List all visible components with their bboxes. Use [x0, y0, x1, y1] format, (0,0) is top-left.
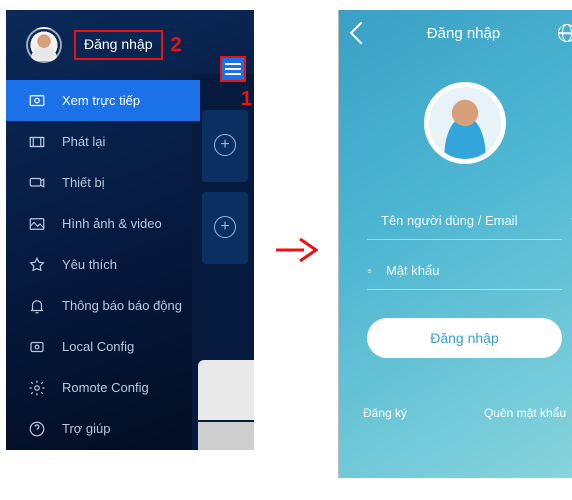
sidebar-item-4[interactable]: Yêu thích [6, 244, 200, 285]
remote-config-icon [28, 379, 46, 397]
sidebar-item-0[interactable]: Xem trực tiếp [6, 80, 200, 121]
screenshot-left: + + Đăng nhập 2 1 Xem trực tiếp Phát lại T… [6, 10, 254, 450]
lock-icon [367, 264, 372, 278]
forgot-password-link[interactable]: Quên mật khẩu [484, 406, 566, 420]
sidebar-item-label: Thông báo báo động [62, 298, 182, 313]
sidebar-item-1[interactable]: Phát lại [6, 121, 200, 162]
playback-icon [28, 133, 46, 151]
sidebar-item-label: Phát lại [62, 134, 105, 149]
avatar[interactable] [26, 27, 62, 63]
sidebar-item-8[interactable]: Trợ giúp [6, 408, 200, 449]
flow-arrow [274, 235, 318, 265]
add-tile-icon[interactable]: + [214, 134, 236, 156]
sidebar-item-label: Thiết bị [62, 175, 105, 190]
add-tile-icon[interactable]: + [214, 216, 236, 238]
sidebar-item-label: Hình ảnh & video [62, 216, 162, 231]
globe-icon[interactable] [558, 24, 572, 42]
avatar [424, 82, 506, 164]
sidebar-item-7[interactable]: Romote Config [6, 367, 200, 408]
back-icon[interactable] [350, 22, 373, 45]
hamburger-button[interactable] [220, 56, 246, 82]
device-icon [28, 174, 46, 192]
login-header: Đăng nhập [339, 10, 572, 56]
annotation-marker-2: 2 [171, 34, 182, 57]
login-button[interactable]: Đăng nhập [367, 318, 562, 358]
username-field[interactable] [367, 202, 562, 240]
page-title: Đăng nhập [427, 25, 500, 42]
grid-background: + + [192, 74, 254, 450]
sidebar-menu: Xem trực tiếp Phát lại Thiết bị Hình ảnh & … [6, 80, 200, 449]
sidebar-item-label: Romote Config [62, 380, 149, 395]
sidebar-item-3[interactable]: Hình ảnh & video [6, 203, 200, 244]
sidebar-item-label: Local Config [62, 339, 134, 354]
login-links: Đăng ký Quên mật khẩu [339, 358, 572, 420]
sidebar-item-5[interactable]: Thông báo báo động [6, 285, 200, 326]
arrow-right-icon [274, 235, 318, 265]
annotation-marker-1: 1 [241, 88, 252, 111]
password-field[interactable] [367, 252, 562, 290]
sidebar-header: Đăng nhập 2 [6, 10, 254, 74]
sidebar-item-2[interactable]: Thiết bị [6, 162, 200, 203]
favorite-icon [28, 256, 46, 274]
hamburger-icon [225, 68, 241, 70]
username-input[interactable] [381, 213, 557, 228]
password-input[interactable] [386, 263, 562, 278]
sidebar-item-label: Yêu thích [62, 257, 117, 272]
login-form: Đăng nhập [339, 164, 572, 358]
local-config-icon [28, 338, 46, 356]
sidebar-item-label: Trợ giúp [62, 421, 111, 436]
login-link[interactable]: Đăng nhập [74, 30, 163, 60]
media-icon [28, 215, 46, 233]
screenshot-right: Đăng nhập Đăng nhập Đăng ký Quên mật khẩ… [338, 10, 572, 478]
alarm-icon [28, 297, 46, 315]
live-view-icon [28, 92, 46, 110]
register-link[interactable]: Đăng ký [363, 406, 407, 420]
help-icon [28, 420, 46, 438]
sidebar-item-label: Xem trực tiếp [62, 93, 140, 108]
sidebar-item-6[interactable]: Local Config [6, 326, 200, 367]
